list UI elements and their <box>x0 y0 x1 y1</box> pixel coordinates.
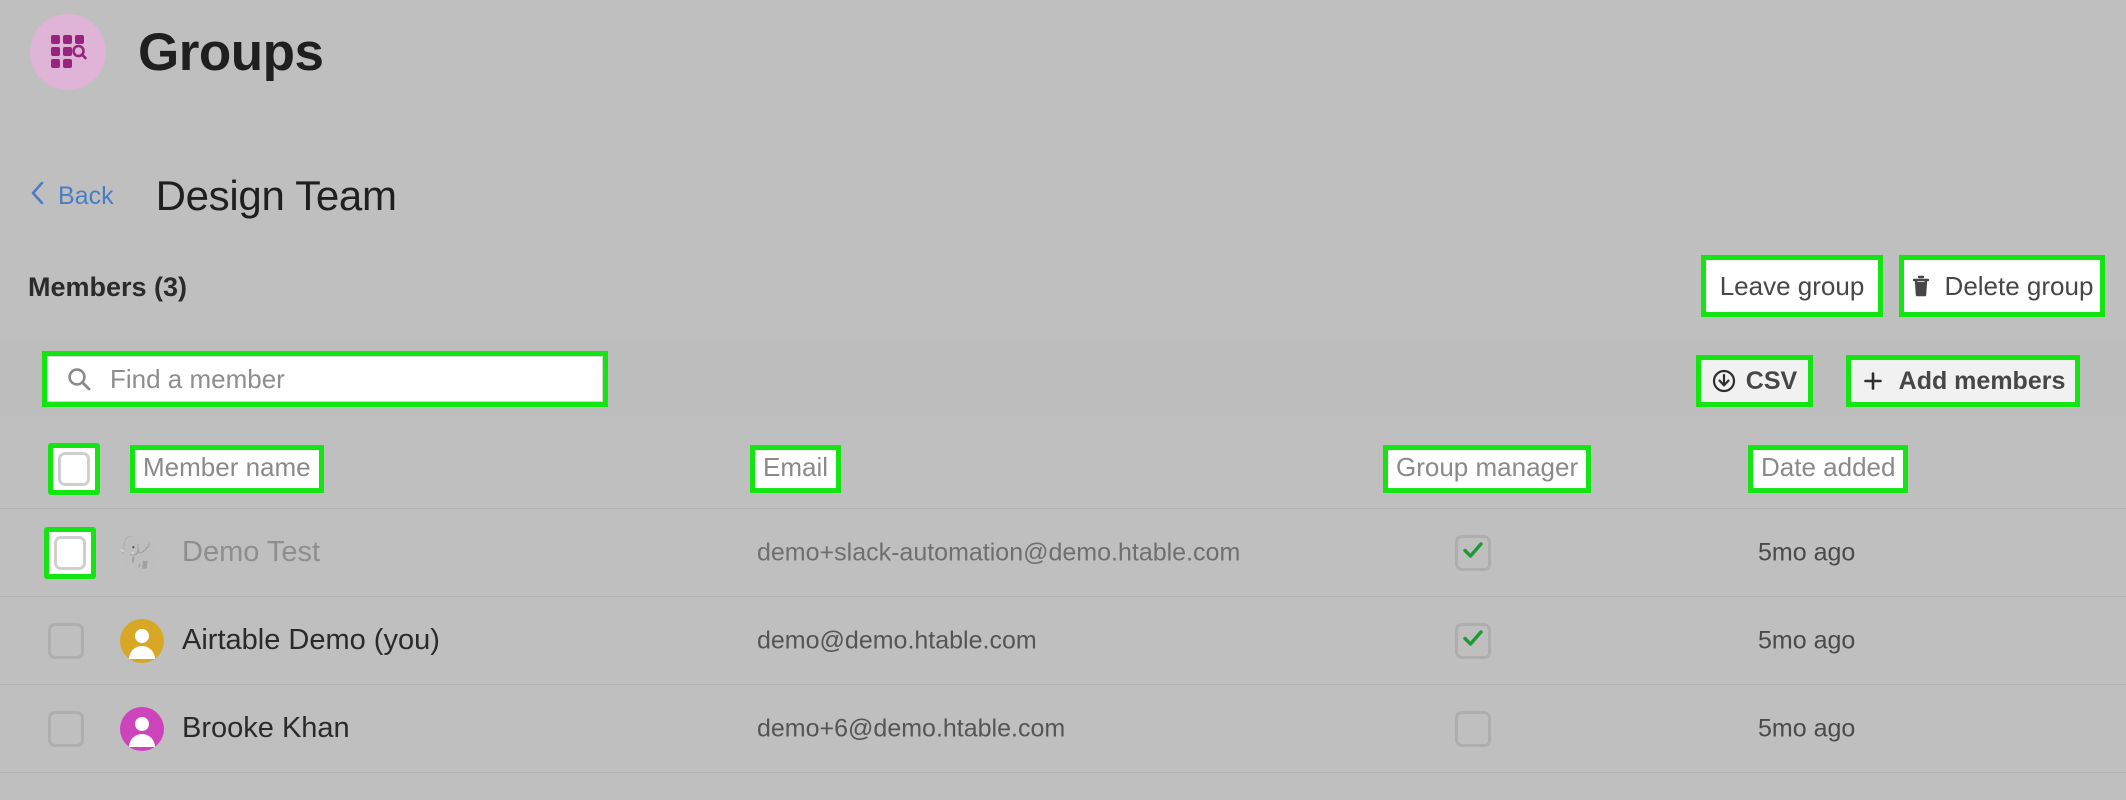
select-all-highlight <box>48 443 100 495</box>
search-highlight <box>42 351 608 407</box>
add-members-label: Add members <box>1898 366 2066 395</box>
back-label: Back <box>58 181 114 210</box>
column-header-group-manager[interactable]: Group manager <box>1383 445 1592 493</box>
download-circle-icon <box>1712 369 1736 393</box>
select-all-checkbox[interactable] <box>48 443 100 495</box>
row-select-checkbox[interactable] <box>48 622 84 659</box>
plus-icon <box>1861 369 1885 393</box>
group-manager-checkbox[interactable] <box>1455 622 1491 659</box>
page-title: Groups <box>138 22 324 82</box>
row-select-checkbox[interactable] <box>44 526 96 579</box>
member-email-cell: demo+6@demo.htable.com <box>757 714 1066 742</box>
member-email-cell: demo@demo.htable.com <box>757 626 1037 654</box>
column-header-member-name[interactable]: Member name <box>130 445 324 493</box>
groups-page: Groups Back Design Team Members (3) Leav… <box>0 0 2126 800</box>
member-email-cell: demo+slack-automation@demo.htable.com <box>757 538 1241 566</box>
delete-group-highlight: Delete group <box>1899 255 2105 317</box>
member-name: Demo Test <box>182 536 321 568</box>
add-members-button[interactable]: Add members <box>1851 360 2075 402</box>
leave-group-label: Leave group <box>1719 270 1865 301</box>
avatar: 🐘 <box>118 531 166 574</box>
group-manager-cell <box>1455 710 1491 747</box>
avatar <box>120 618 164 663</box>
table-row[interactable]: Brooke Khan demo+6@demo.htable.com 5mo a… <box>0 684 2126 772</box>
group-name-heading: Design Team <box>155 172 397 219</box>
delete-group-label: Delete group <box>1944 270 2094 301</box>
table-bottom-divider <box>0 772 2126 773</box>
group-manager-cell <box>1455 534 1491 571</box>
date-added-cell: 5mo ago <box>1758 538 1856 566</box>
app-header: Groups <box>30 14 324 90</box>
breadcrumb: Back Design Team <box>30 172 397 220</box>
check-icon <box>1461 538 1485 567</box>
avatar <box>120 706 164 751</box>
date-added-cell: 5mo ago <box>1758 626 1856 654</box>
group-manager-cell <box>1455 622 1491 659</box>
table-row[interactable]: Airtable Demo (you) demo@demo.htable.com… <box>0 596 2126 684</box>
search-input[interactable] <box>108 362 584 396</box>
table-header-row: Member name Email Group manager Date add… <box>0 430 2126 508</box>
csv-label: CSV <box>1745 366 1798 395</box>
column-header-date-added[interactable]: Date added <box>1748 445 1909 493</box>
search-icon <box>66 366 92 392</box>
check-icon <box>1461 626 1485 655</box>
group-manager-checkbox[interactable] <box>1455 534 1491 571</box>
csv-export-button[interactable]: CSV <box>1701 360 1808 402</box>
member-name-cell: Brooke Khan <box>120 706 350 751</box>
csv-highlight: CSV <box>1696 355 1813 407</box>
row-select-checkbox[interactable] <box>48 710 84 747</box>
member-name: Brooke Khan <box>182 712 350 744</box>
member-name: Airtable Demo (you) <box>182 624 440 656</box>
row-select-cell <box>48 710 84 747</box>
group-manager-checkbox[interactable] <box>1455 710 1491 747</box>
table-row[interactable]: 🐘 Demo Test demo+slack-automation@demo.h… <box>0 508 2126 596</box>
members-table: Member name Email Group manager Date add… <box>0 430 2126 773</box>
add-members-highlight: Add members <box>1846 355 2080 407</box>
date-added-cell: 5mo ago <box>1758 714 1856 742</box>
row-select-highlight <box>44 526 96 579</box>
leave-group-highlight: Leave group <box>1701 255 1883 317</box>
member-name-cell: Airtable Demo (you) <box>120 618 440 663</box>
delete-group-button[interactable]: Delete group <box>1904 260 2100 312</box>
column-header-email[interactable]: Email <box>750 445 842 493</box>
trash-icon <box>1911 274 1931 298</box>
back-button[interactable]: Back <box>30 180 114 213</box>
member-name-cell: 🐘 Demo Test <box>118 531 321 575</box>
chevron-left-icon <box>30 180 46 213</box>
groups-grid-search-icon <box>30 14 106 90</box>
row-select-cell <box>48 622 84 659</box>
members-count-label: Members (3) <box>28 272 188 302</box>
search-field[interactable] <box>47 356 603 402</box>
leave-group-button[interactable]: Leave group <box>1706 260 1878 312</box>
